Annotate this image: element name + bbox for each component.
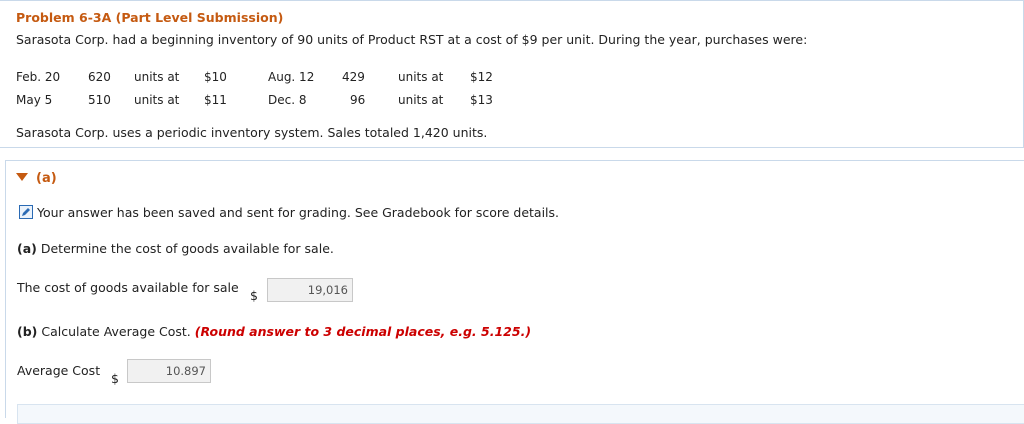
purchase-units: units at: [398, 92, 444, 107]
next-section: [17, 404, 1024, 424]
purchase-qty: 620: [88, 69, 111, 84]
question-b: (b) Calculate Average Cost. (Round answe…: [17, 324, 531, 339]
purchase-cost: $12: [470, 69, 493, 84]
average-cost-label: Average Cost: [17, 363, 101, 378]
part-label: (a): [36, 171, 57, 186]
purchase-date: Aug. 12: [268, 69, 315, 84]
part-toggle[interactable]: (a): [16, 171, 57, 186]
question-a-text: Determine the cost of goods available fo…: [40, 241, 334, 256]
purchase-qty: 510: [88, 92, 111, 107]
pencil-icon: [19, 205, 33, 219]
cogs-answer-field[interactable]: 19,016: [267, 278, 353, 302]
purchases-table: Feb. 20 620 units at $10 Aug. 12 429 uni…: [16, 65, 493, 111]
purchase-cost: $11: [204, 92, 227, 107]
purchase-date: Dec. 8: [268, 92, 307, 107]
table-row: Feb. 20 620 units at $10 Aug. 12 429 uni…: [16, 65, 493, 88]
purchase-units: units at: [134, 92, 180, 107]
purchase-units: units at: [134, 69, 180, 84]
purchase-cost: $13: [470, 92, 493, 107]
purchase-qty: 429: [342, 69, 365, 84]
problem-panel: Problem 6-3A (Part Level Submission) Sar…: [0, 0, 1024, 148]
question-a: (a) Determine the cost of goods availabl…: [17, 241, 334, 256]
part-panel: (a) Your answer has been saved and sent …: [5, 160, 1024, 424]
average-cost-answer-field[interactable]: 10.897: [127, 359, 211, 383]
currency-sign: $: [111, 371, 119, 386]
purchase-date: Feb. 20: [16, 69, 61, 84]
purchase-qty: 96: [350, 92, 366, 107]
question-b-prefix: (b): [17, 324, 38, 339]
cogs-label: The cost of goods available for sale: [17, 280, 239, 295]
saved-text: Your answer has been saved and sent for …: [37, 205, 560, 220]
saved-message: Your answer has been saved and sent for …: [19, 205, 559, 220]
purchase-cost: $10: [204, 69, 227, 84]
purchase-units: units at: [398, 69, 444, 84]
caret-down-icon: [16, 173, 28, 181]
purchase-date: May 5: [16, 92, 53, 107]
table-row: May 5 510 units at $11 Dec. 8 96 units a…: [16, 88, 493, 111]
question-a-prefix: (a): [17, 241, 37, 256]
question-b-text: Calculate Average Cost.: [41, 324, 191, 339]
currency-sign: $: [250, 288, 258, 303]
problem-title: Problem 6-3A (Part Level Submission): [16, 10, 284, 25]
problem-intro: Sarasota Corp. had a beginning inventory…: [16, 32, 808, 47]
rounding-note: (Round answer to 3 decimal places, e.g. …: [194, 324, 532, 339]
problem-summary: Sarasota Corp. uses a periodic inventory…: [16, 125, 488, 140]
